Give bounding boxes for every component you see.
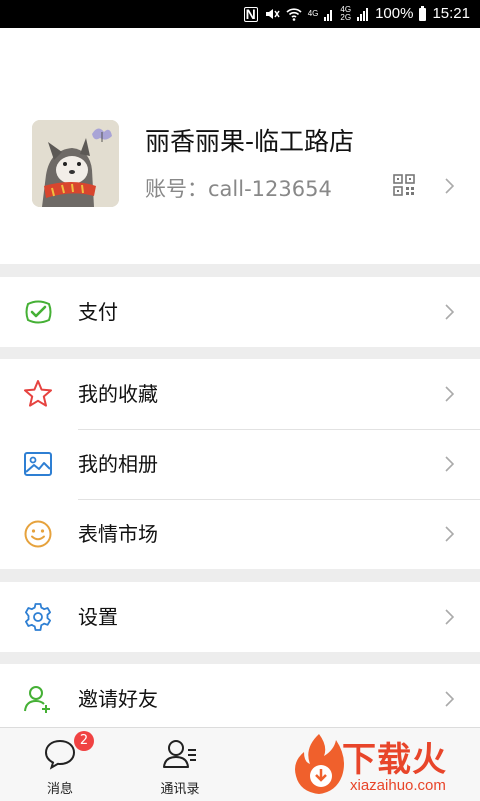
invite-label: 邀请好友 [78,687,158,711]
chevron-right-icon [445,609,454,625]
chevron-right-icon [445,691,454,707]
tab-messages-label: 消息 [46,782,73,797]
settings-label: 设置 [78,605,118,629]
menu-item-album[interactable]: 我的相册 [0,429,480,499]
unread-badge: 2 [74,731,94,751]
pay-section: 支付 [0,277,480,347]
chevron-right-icon [445,526,454,542]
invite-section: 邀请好友 [0,664,480,734]
nfc-icon: N [243,5,258,22]
chevron-right-icon [445,456,454,472]
battery-icon [419,5,427,21]
add-user-icon [24,686,50,713]
gear-icon [25,603,51,631]
menu-item-stickers[interactable]: 表情市场 [0,499,480,569]
wallet-check-icon [25,300,52,324]
chat-bubble-icon [44,739,76,770]
profile-name: 丽香丽果-临工路店 [145,127,355,156]
image-icon [24,452,52,476]
battery-percent: 100% [375,5,414,22]
tab-messages[interactable]: 2 消息 [0,728,120,801]
watermark: 下载火 xiazaihuo.com [280,728,480,801]
account-id: 账号：call-123654 [145,177,332,201]
contacts-icon [163,740,196,768]
menu-item-favorites[interactable]: 我的收藏 [0,359,480,429]
tab-contacts[interactable]: 通讯录 [120,728,240,801]
pay-label: 支付 [78,300,118,324]
network-type-2: 4G 2G [340,5,352,22]
network-type-1: 4G [307,9,319,18]
favorites-label: 我的收藏 [78,382,158,406]
menu-item-pay[interactable]: 支付 [0,277,480,347]
profile-card[interactable]: 丽香丽果-临工路店 账号：call-123654 [0,28,480,264]
tab-contacts-label: 通讯录 [160,782,200,797]
status-bar: N 4G 4G 2G 100% 15:21 [0,0,480,28]
album-label: 我的相册 [78,452,158,476]
settings-section: 设置 [0,582,480,652]
chevron-right-icon [445,386,454,402]
watermark-domain: xiazaihuo.com [350,777,446,794]
flame-logo-icon [295,734,344,794]
qr-code-icon[interactable] [393,174,415,196]
signal-icon-2 [357,8,369,21]
smiley-icon [24,520,52,548]
signal-icon-1 [324,10,333,21]
star-icon [24,380,52,407]
chevron-right-icon [445,304,454,320]
clock: 15:21 [432,5,470,22]
bottom-tab-bar: 2 消息 通讯录 下载火 xiazaihuo.com [0,727,480,801]
menu-item-settings[interactable]: 设置 [0,582,480,652]
watermark-brand: 下载火 [342,740,447,780]
collections-section: 我的收藏 我的相册 表情市场 [0,359,480,569]
wifi-icon [286,8,302,21]
status-indicators: N 4G 4G 2G 100% 15:21 [243,0,470,28]
stickers-label: 表情市场 [78,522,158,546]
mute-icon [265,9,280,19]
avatar[interactable] [32,120,119,207]
chevron-right-icon [445,178,454,194]
menu-item-invite[interactable]: 邀请好友 [0,664,480,734]
avatar-illustration [32,120,119,207]
